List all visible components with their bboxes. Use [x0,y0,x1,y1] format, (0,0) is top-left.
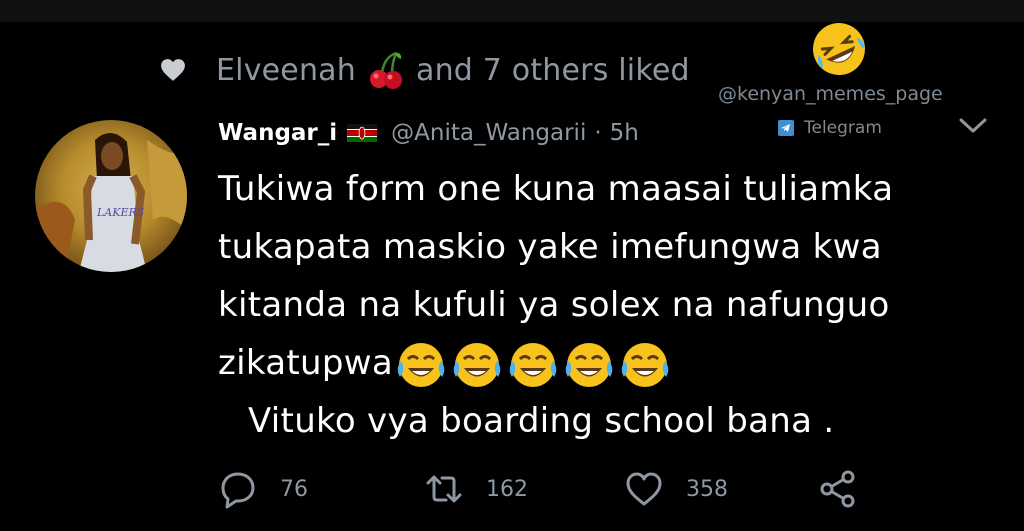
kenya-flag-icon [347,124,378,142]
tweet-header: Wangar_i @Anita_Wangarii · 5h [218,112,639,154]
avatar-image: LAKERS [35,120,187,272]
face-with-tears-of-joy-icon [509,342,557,387]
avatar[interactable]: LAKERS [35,120,187,272]
face-with-tears-of-joy-icon [621,342,669,387]
cherries-emoji-icon [369,51,402,89]
share-icon [820,470,855,508]
others-liked-text: and 7 others liked [415,52,690,88]
reply-count: 76 [280,476,308,502]
tweet-line: tukapata maskio yake imefungwa kwa [218,227,882,267]
tweet-line: kitanda na kufuli ya solex na nafunguo [218,285,890,325]
retweet-button[interactable]: 162 [424,462,528,516]
timestamp[interactable]: 5h [610,120,639,146]
tweet-text: Tukiwa form one kuna maasai tuliamka tuk… [218,160,1008,450]
share-button[interactable] [818,462,880,516]
social-context[interactable]: Elveenah and 7 others liked [160,48,690,92]
user-handle[interactable]: @Anita_Wangarii [391,120,586,146]
face-with-tears-of-joy-icon [565,342,613,387]
top-bar-strip [0,0,1024,22]
tweet-line: Tukiwa form one kuna maasai tuliamka [218,169,894,209]
rolling-laughing-emoji-icon [813,23,865,75]
like-button[interactable]: 358 [624,462,728,516]
retweet-count: 162 [486,476,528,502]
reply-button[interactable]: 76 [218,462,308,516]
telegram-label: Telegram [804,118,882,138]
tweet-line: zikatupwa [218,343,394,383]
display-name[interactable]: Wangar_i [218,120,337,146]
like-count: 358 [686,476,728,502]
tweet-line: Vituko vya boarding school bana . [248,401,835,441]
watermark-text: @kenyan_memes_page [718,83,943,105]
heart-icon [161,59,185,81]
chevron-down-icon[interactable] [958,117,988,135]
liker-name[interactable]: Elveenah [216,53,356,88]
retweet-icon [426,475,462,503]
heart-outline-icon [626,472,662,506]
tweet-actions: 76 162 358 [218,462,898,516]
telegram-icon [778,120,794,136]
separator-dot: · [594,120,602,146]
reply-icon [221,472,255,509]
face-with-tears-of-joy-icon [397,342,445,387]
face-with-tears-of-joy-icon [453,342,501,387]
tears-of-joy-emoji-group [395,339,671,391]
tweet-line-with-emoji: zikatupwa [218,334,1008,392]
svg-text:LAKERS: LAKERS [96,206,145,219]
telegram-watermark: Telegram [778,118,882,138]
